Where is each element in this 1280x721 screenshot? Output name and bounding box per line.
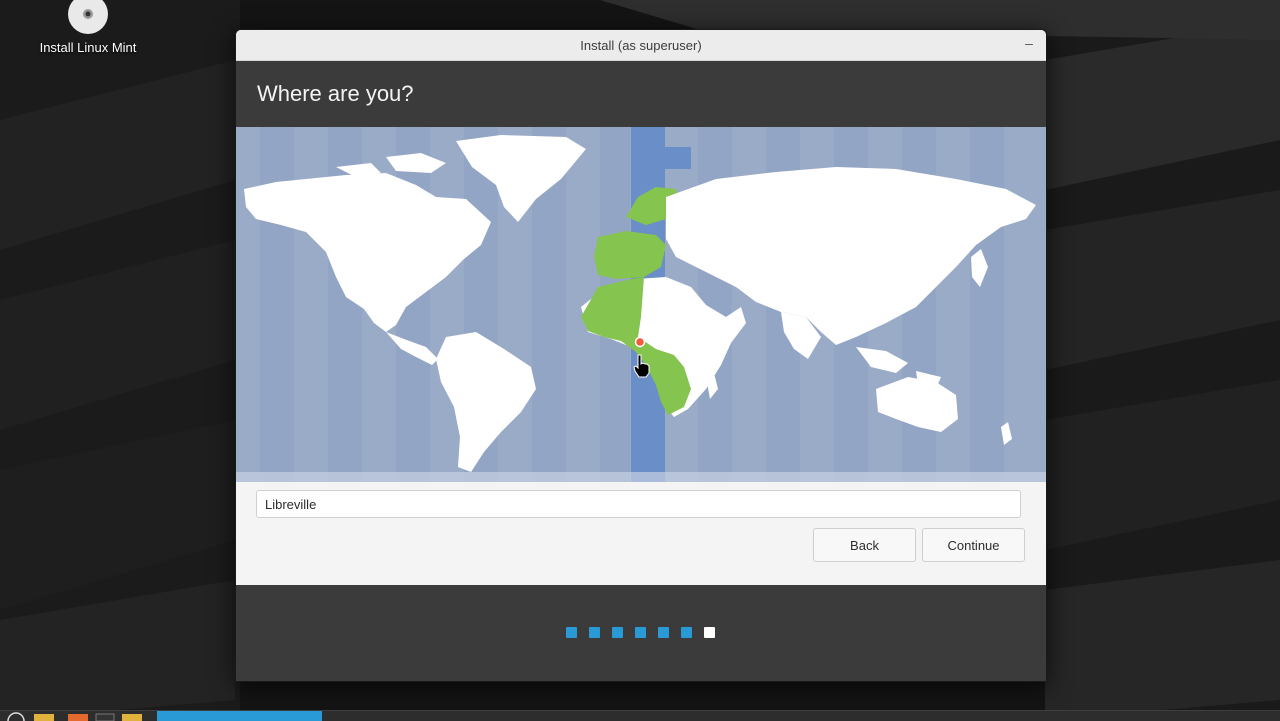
step-dot <box>589 627 600 638</box>
window-title: Install (as superuser) <box>580 37 702 53</box>
window-titlebar[interactable]: Install (as superuser) – <box>236 30 1046 61</box>
disc-icon <box>68 0 108 34</box>
desktop-icon-label: Install Linux Mint <box>39 40 137 55</box>
progress-footer <box>236 585 1046 681</box>
continue-button[interactable]: Continue <box>922 528 1025 562</box>
page-title: Where are you? <box>257 81 414 106</box>
location-pin-icon <box>634 336 646 348</box>
step-dot <box>635 627 646 638</box>
installer-window: Install (as superuser) – Where are you? <box>235 29 1047 682</box>
step-dot <box>681 627 692 638</box>
back-button[interactable]: Back <box>813 528 916 562</box>
desktop-icon-install-linux-mint[interactable]: Install Linux Mint <box>30 0 146 55</box>
timezone-map[interactable] <box>236 127 1046 482</box>
step-dot <box>612 627 623 638</box>
step-dot <box>566 627 577 638</box>
location-input[interactable] <box>256 490 1021 518</box>
step-dot <box>658 627 669 638</box>
page-header: Where are you? <box>236 61 1046 127</box>
taskbar <box>0 710 1280 721</box>
step-dot-current <box>704 627 715 638</box>
minimize-button[interactable]: – <box>1020 35 1038 53</box>
location-form: Back Continue <box>236 482 1046 585</box>
step-indicator <box>566 627 715 638</box>
